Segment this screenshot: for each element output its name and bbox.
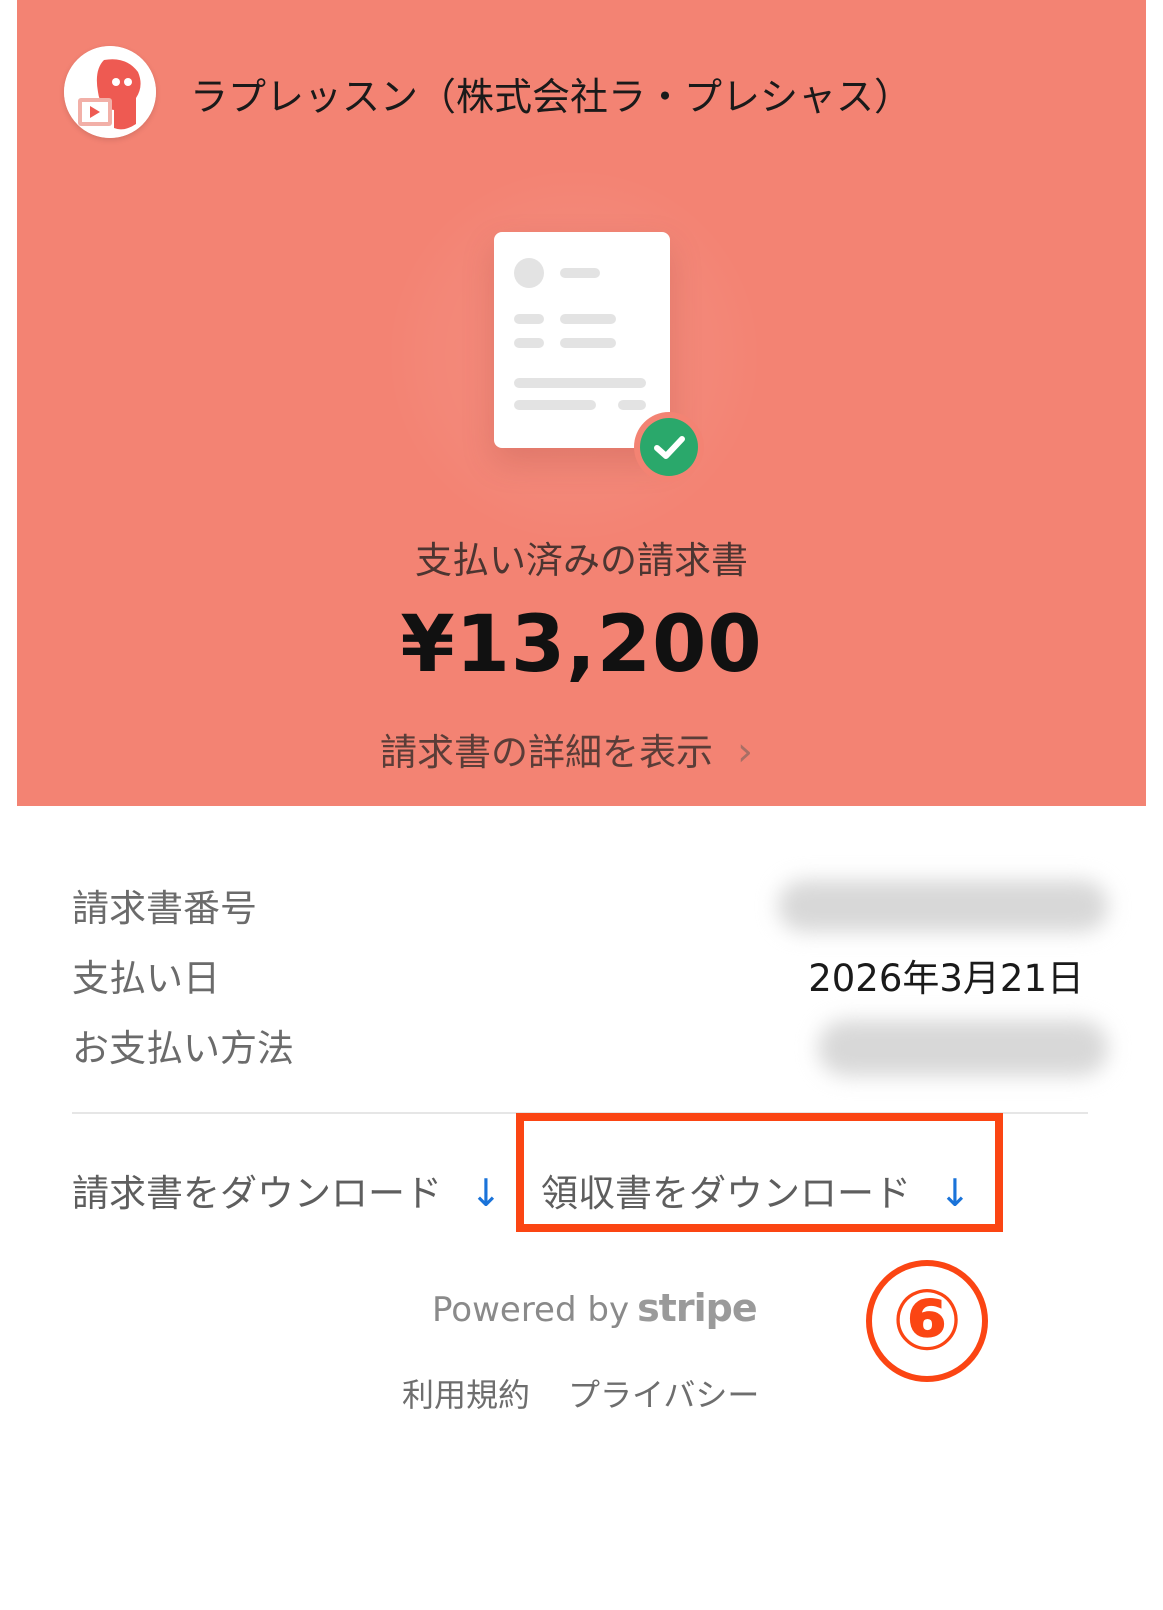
document-dot bbox=[514, 258, 544, 288]
powered-by-label: Powered by bbox=[432, 1290, 630, 1330]
privacy-link[interactable]: プライバシー bbox=[568, 1370, 759, 1416]
powered-by-stripe: Powered by stripe bbox=[432, 1286, 758, 1330]
document-line bbox=[514, 378, 646, 388]
invoice-number-redacted bbox=[778, 880, 1108, 932]
payment-method-redacted bbox=[818, 1020, 1108, 1076]
merchant-avatar bbox=[64, 46, 156, 138]
document-line bbox=[514, 338, 544, 348]
check-circle-icon bbox=[640, 418, 698, 476]
merchant-name: ラプレッスン（株式会社ラ・プレシャス） bbox=[190, 75, 913, 119]
download-invoice-label: 請求書をダウンロード bbox=[72, 1172, 442, 1215]
step-number-badge: ⑥ bbox=[866, 1260, 988, 1382]
payment-date-label: 支払い日 bbox=[72, 957, 220, 1000]
download-invoice-button[interactable]: 請求書をダウンロード ↓ bbox=[72, 1163, 502, 1217]
document-line bbox=[514, 400, 596, 410]
stripe-logo: stripe bbox=[637, 1286, 758, 1330]
annotation-highlight-box bbox=[516, 1113, 1003, 1232]
document-line bbox=[618, 400, 646, 410]
invoice-number-label: 請求書番号 bbox=[72, 887, 257, 930]
chevron-right-icon: › bbox=[737, 729, 753, 775]
document-line bbox=[560, 268, 600, 278]
payment-method-label: お支払い方法 bbox=[72, 1027, 294, 1070]
view-invoice-details-link[interactable]: 請求書の詳細を表示 › bbox=[380, 722, 753, 776]
merchant-avatar-icon bbox=[64, 46, 156, 138]
invoice-status: 支払い済みの請求書 bbox=[415, 539, 748, 582]
invoice-document-icon bbox=[494, 232, 670, 448]
invoice-amount: ¥13,200 bbox=[400, 600, 763, 690]
view-invoice-details-label: 請求書の詳細を表示 bbox=[380, 731, 713, 774]
document-line bbox=[514, 314, 544, 324]
document-line bbox=[560, 314, 616, 324]
terms-link[interactable]: 利用規約 bbox=[402, 1370, 530, 1416]
document-line bbox=[560, 338, 616, 348]
payment-date-value: 2026年3月21日 bbox=[808, 957, 1084, 1000]
download-arrow-icon: ↓ bbox=[470, 1171, 502, 1215]
